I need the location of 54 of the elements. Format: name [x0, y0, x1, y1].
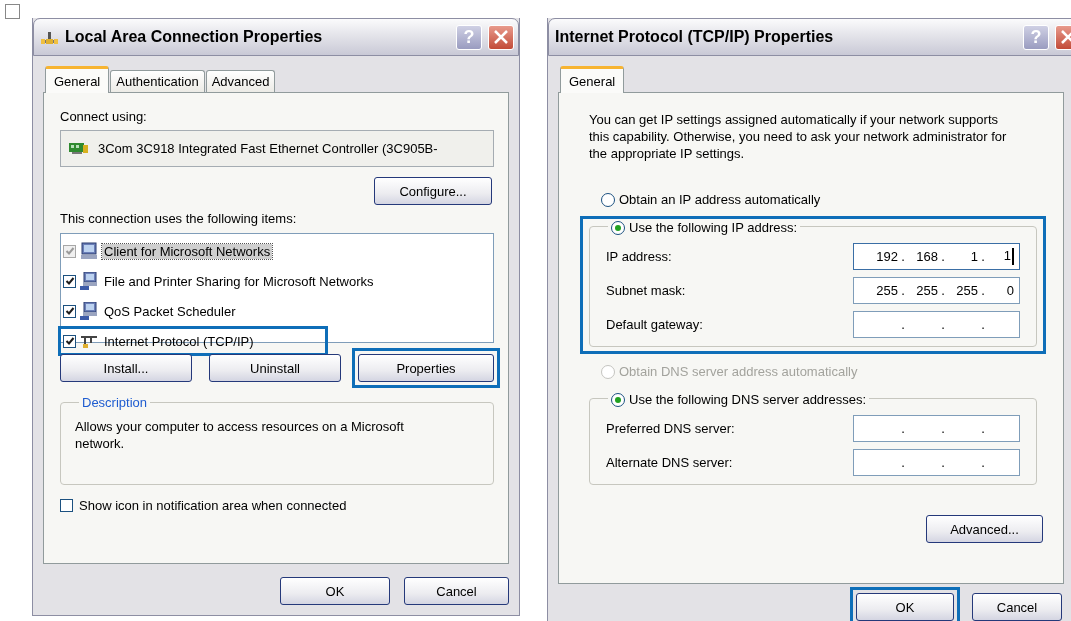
- checkbox[interactable]: [63, 334, 76, 348]
- configure-button[interactable]: Configure...: [374, 177, 492, 205]
- field-label: Alternate DNS server:: [606, 455, 733, 470]
- button[interactable]: Install...: [60, 354, 192, 382]
- image-placeholder: [5, 4, 20, 19]
- button[interactable]: Uninstall: [209, 354, 341, 382]
- ip-address-field[interactable]: . . .: [853, 449, 1020, 476]
- notify-option[interactable]: Show icon in notification area when connected: [60, 498, 494, 513]
- field-label: This connection uses the following items:: [60, 211, 298, 226]
- ip-address-field[interactable]: 255 . 255 . 255 . 0: [853, 277, 1020, 304]
- button[interactable]: OK: [856, 593, 954, 621]
- network-protocol-icon: [80, 333, 98, 349]
- field-label: Connect using:: [60, 109, 148, 124]
- window-title: Local Area Connection Properties: [65, 28, 324, 46]
- radio-button[interactable]: [601, 192, 615, 207]
- button[interactable]: Cancel: [972, 593, 1062, 621]
- field-label: Preferred DNS server:: [606, 421, 735, 436]
- close-button[interactable]: [488, 24, 514, 50]
- ip-address-field[interactable]: . . .: [853, 311, 1020, 338]
- ip-address-field[interactable]: . . .: [853, 415, 1020, 442]
- ip-address-field[interactable]: 192 . 168 . 1 . 1: [853, 243, 1020, 270]
- list-item[interactable]: QoS Packet Scheduler: [63, 300, 242, 322]
- radio-option[interactable]: Use the following IP address:: [611, 220, 798, 235]
- close-icon: [493, 29, 509, 45]
- network-card-icon: [69, 142, 88, 155]
- checkbox[interactable]: [63, 304, 76, 318]
- field-label: Subnet mask:: [606, 283, 686, 298]
- checkbox[interactable]: [60, 499, 73, 512]
- list-item[interactable]: Internet Protocol (TCP/IP): [63, 330, 260, 352]
- adapter-name: 3Com 3C918 Integrated Fast Ethernet Controller (3C905B-: [98, 141, 438, 156]
- radio-option[interactable]: Obtain an IP address automatically: [601, 192, 821, 207]
- checkbox[interactable]: [63, 274, 76, 288]
- button[interactable]: OK: [280, 577, 390, 605]
- tab[interactable]: Authentication: [110, 70, 205, 92]
- radio-button[interactable]: [611, 392, 625, 407]
- description-text: Allows your computer to access resources on a Microsoft network.: [75, 418, 405, 452]
- computer-icon: [80, 302, 98, 320]
- tab[interactable]: Advanced: [205, 70, 276, 92]
- computer-icon: [80, 242, 98, 260]
- advanced-button[interactable]: Advanced...: [926, 515, 1043, 543]
- group-title: Description: [81, 395, 149, 410]
- list-item[interactable]: File and Printer Sharing for Microsoft Networks: [63, 270, 380, 292]
- network-icon: [40, 29, 59, 45]
- field-label: Default gateway:: [606, 317, 703, 332]
- radio-option[interactable]: Use the following DNS server addresses:: [611, 392, 866, 407]
- radio-button[interactable]: [611, 220, 625, 235]
- button[interactable]: Cancel: [404, 577, 509, 605]
- computer-icon: [80, 272, 98, 290]
- tab[interactable]: General: [45, 66, 110, 93]
- field-label: IP address:: [606, 249, 672, 264]
- button[interactable]: Properties: [358, 354, 494, 382]
- window-title: Internet Protocol (TCP/IP) Properties: [555, 28, 835, 46]
- tab[interactable]: General: [560, 66, 625, 93]
- intro-text: You can get IP settings assigned automatically if your network supports this capability. Otherwise, you need to ask your network administrator for the appropriate IP settings.: [589, 111, 1008, 162]
